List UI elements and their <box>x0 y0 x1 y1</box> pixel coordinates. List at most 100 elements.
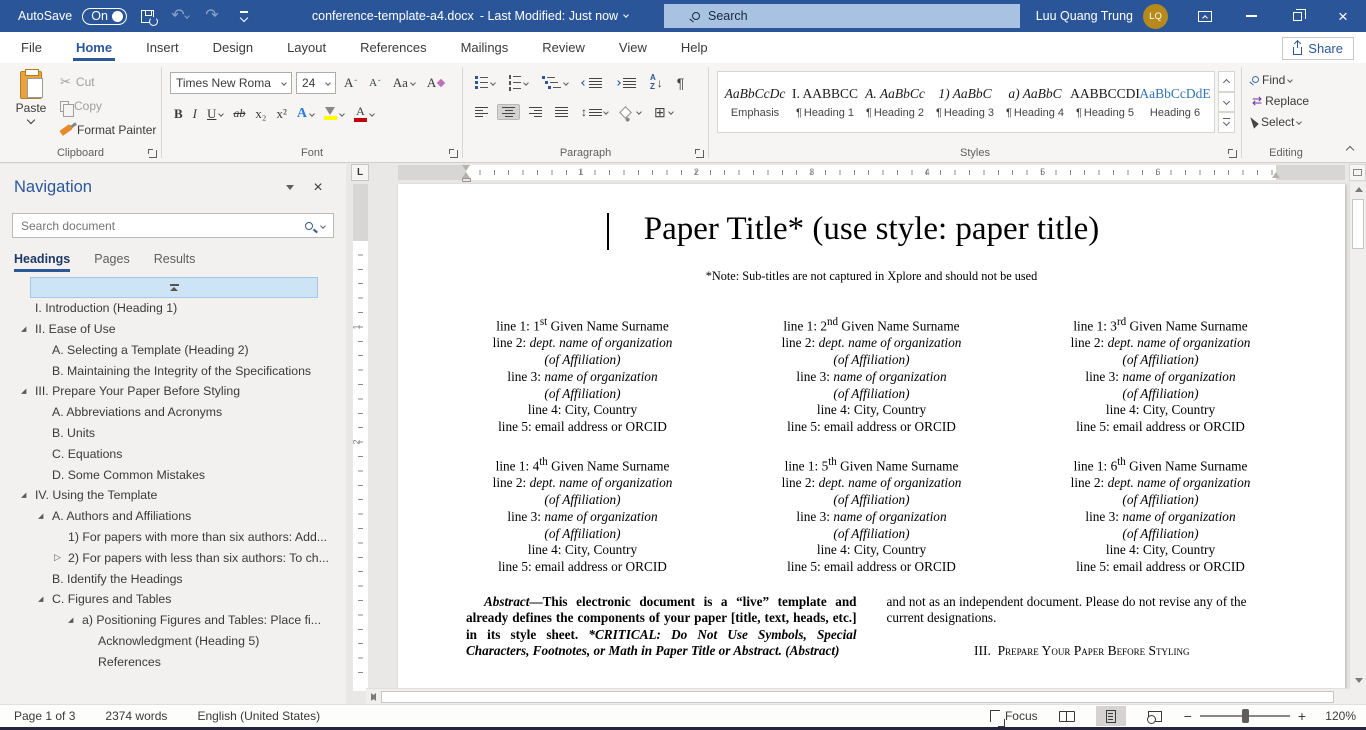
scroll-up-button[interactable] <box>1350 182 1366 197</box>
autosave-toggle[interactable]: On <box>82 8 127 25</box>
paste-button[interactable]: Paste <box>8 71 54 141</box>
decrease-indent-button[interactable] <box>578 76 606 90</box>
nav-heading-item[interactable]: ◢C. Figures and Tables <box>0 589 346 610</box>
shrink-font-button[interactable]: Aˇ <box>365 75 385 91</box>
nav-heading-item[interactable]: B. Units <box>0 423 346 444</box>
user-name[interactable]: Luu Quang Trung <box>1036 9 1133 23</box>
nav-heading-item[interactable]: A. Selecting a Template (Heading 2) <box>0 339 346 360</box>
horizontal-ruler[interactable]: 123456 <box>346 165 1366 180</box>
style-heading-3[interactable]: 1) AaBbC¶Heading 3 <box>930 74 1000 130</box>
ribbon-display-options-button[interactable] <box>1182 0 1228 32</box>
avatar[interactable]: LQ <box>1143 4 1168 29</box>
nav-tab-headings[interactable]: Headings <box>14 252 70 272</box>
document-title-area[interactable]: conference-template-a4.docx - Last Modif… <box>280 9 660 23</box>
font-dialog-launcher[interactable] <box>450 150 458 158</box>
minimize-button[interactable] <box>1228 0 1274 32</box>
tab-references[interactable]: References <box>343 33 443 63</box>
font-name-combo[interactable]: Times New Roma <box>170 72 292 94</box>
undo-button[interactable]: ↶ <box>169 5 191 27</box>
nav-heading-item[interactable]: ▷2) For papers with less than six author… <box>0 547 346 568</box>
style-heading-5[interactable]: AABBCCDI¶Heading 5 <box>1070 74 1140 130</box>
format-painter-button[interactable]: Format Painter <box>60 119 156 141</box>
nav-heading-item[interactable]: ◢III. Prepare Your Paper Before Styling <box>0 381 346 402</box>
style-heading-4[interactable]: a) AaBbC¶Heading 4 <box>1000 74 1070 130</box>
style-heading-6[interactable]: AaBbCcDdEHeading 6 <box>1140 74 1210 130</box>
nav-heading-item[interactable]: A. Abbreviations and Acronyms <box>0 402 346 423</box>
highlight-color-button[interactable] <box>320 105 348 122</box>
restore-button[interactable] <box>1274 0 1320 32</box>
justify-button[interactable] <box>551 105 572 119</box>
nav-heading-item-selected[interactable] <box>30 277 318 298</box>
navigation-search-input[interactable] <box>13 219 305 233</box>
bold-button[interactable]: B <box>170 104 187 124</box>
language-indicator[interactable]: English (United States) <box>197 709 320 723</box>
print-layout-button[interactable] <box>1096 706 1126 726</box>
tab-help[interactable]: Help <box>664 33 725 63</box>
zoom-level[interactable]: 120% <box>1320 709 1356 723</box>
tab-file[interactable]: File <box>4 33 59 63</box>
nav-tab-pages[interactable]: Pages <box>94 252 129 272</box>
tab-view[interactable]: View <box>602 33 664 63</box>
styles-dialog-launcher[interactable] <box>1229 150 1237 158</box>
collapse-triangle-icon[interactable]: ◢ <box>68 616 73 624</box>
nav-heading-item[interactable]: Acknowledgment (Heading 5) <box>0 631 346 652</box>
focus-mode-button[interactable]: Focus <box>990 709 1038 723</box>
underline-button[interactable]: U <box>203 104 227 124</box>
cut-button[interactable]: ✂ Cut <box>60 71 95 93</box>
align-center-button[interactable] <box>497 104 520 120</box>
search-icon[interactable] <box>305 222 313 230</box>
quick-access-toolbar-menu[interactable] <box>233 5 255 27</box>
copy-button[interactable]: Copy <box>60 95 102 117</box>
vertical-scrollbar-thumb[interactable] <box>1352 199 1364 249</box>
multilevel-list-button[interactable] <box>538 74 572 91</box>
titlebar-search[interactable]: Search <box>664 4 1020 28</box>
styles-scroll-down-button[interactable] <box>1218 92 1235 113</box>
change-case-button[interactable]: Aa <box>389 73 419 93</box>
right-indent-marker[interactable] <box>1272 172 1280 178</box>
collapse-ribbon-button[interactable] <box>1342 140 1358 156</box>
horizontal-scrollbar-thumb[interactable] <box>381 691 1334 703</box>
collapse-triangle-icon[interactable]: ◢ <box>38 595 43 603</box>
zoom-slider-knob[interactable] <box>1242 709 1249 723</box>
superscript-button[interactable]: x² <box>272 104 290 124</box>
collapse-triangle-icon[interactable]: ◢ <box>21 325 26 333</box>
tab-layout[interactable]: Layout <box>270 33 343 63</box>
first-line-indent-marker[interactable] <box>462 165 470 171</box>
vertical-scrollbar[interactable] <box>1349 182 1366 688</box>
sort-button[interactable]: AZ↓ <box>646 72 667 94</box>
collapse-triangle-icon[interactable]: ◢ <box>21 491 26 499</box>
clear-formatting-button[interactable]: A <box>423 73 448 93</box>
font-color-button[interactable]: A <box>350 103 378 124</box>
styles-scroll-up-button[interactable] <box>1218 71 1235 92</box>
scroll-down-button[interactable] <box>1350 673 1366 688</box>
navigation-pane-close-button[interactable]: × <box>304 179 332 197</box>
zoom-slider[interactable] <box>1200 715 1290 717</box>
tab-home[interactable]: Home <box>59 33 129 63</box>
zoom-out-button[interactable]: − <box>1184 709 1192 723</box>
nav-tab-results[interactable]: Results <box>154 252 196 272</box>
nav-heading-item[interactable]: ◢a) Positioning Figures and Tables: Plac… <box>0 610 346 631</box>
nav-heading-item[interactable]: References <box>0 651 346 672</box>
collapse-triangle-icon[interactable]: ◢ <box>38 512 43 520</box>
borders-button[interactable]: ⊞ <box>650 103 677 121</box>
bullets-button[interactable] <box>471 74 499 91</box>
select-button[interactable]: Select <box>1248 111 1330 132</box>
share-button[interactable]: Share <box>1282 37 1354 60</box>
tab-design[interactable]: Design <box>196 33 270 63</box>
clipboard-dialog-launcher[interactable] <box>149 150 157 158</box>
shading-button[interactable] <box>617 106 645 119</box>
styles-more-button[interactable] <box>1218 112 1235 133</box>
align-left-button[interactable] <box>471 105 492 119</box>
tab-mailings[interactable]: Mailings <box>444 33 526 63</box>
vertical-ruler[interactable]: 12 <box>353 184 368 691</box>
style-heading-2[interactable]: A. AaBbCc¶Heading 2 <box>860 74 930 130</box>
italic-button[interactable]: I <box>189 104 201 124</box>
grow-font-button[interactable]: Aˆ <box>340 73 361 93</box>
chevron-down-icon[interactable] <box>320 223 326 229</box>
nav-heading-item[interactable]: D. Some Common Mistakes <box>0 464 346 485</box>
text-effects-button[interactable]: A <box>293 104 318 124</box>
nav-heading-item[interactable]: C. Equations <box>0 443 346 464</box>
scroll-right-button[interactable] <box>366 689 381 705</box>
nav-heading-item[interactable]: B. Maintaining the Integrity of the Spec… <box>0 360 346 381</box>
tab-review[interactable]: Review <box>525 33 602 63</box>
